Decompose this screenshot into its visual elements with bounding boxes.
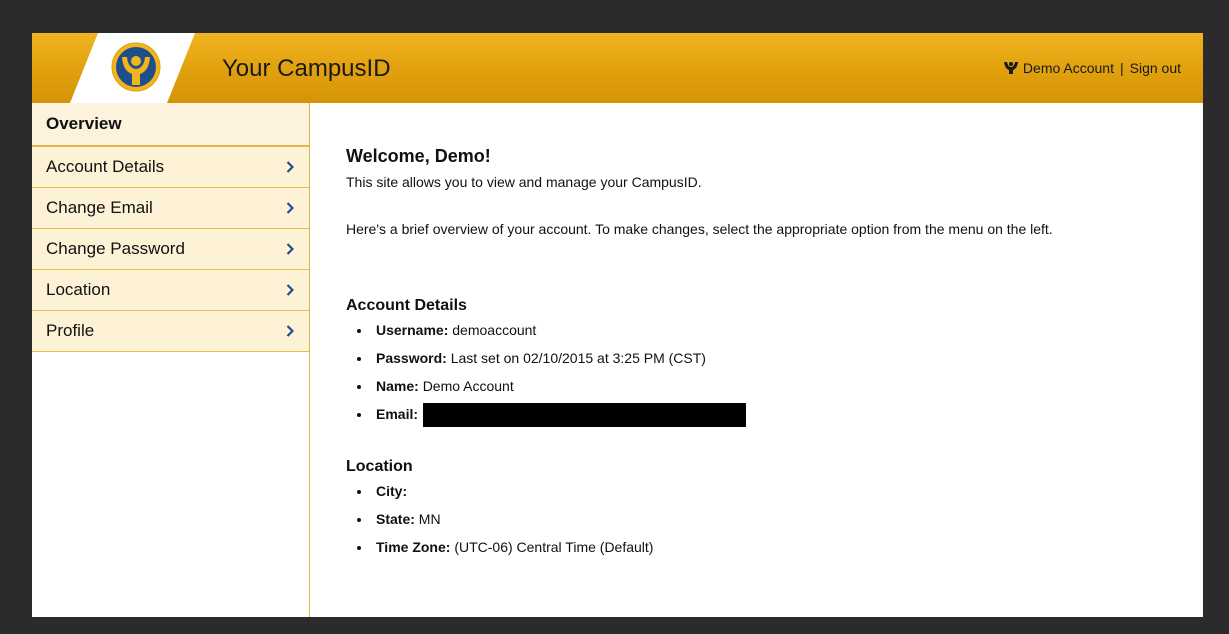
list-item: Username: demoaccount — [372, 316, 746, 344]
sidebar-item-label: Overview — [46, 114, 122, 133]
sidebar-item-label: Profile — [46, 321, 95, 340]
username-value: demoaccount — [452, 322, 537, 338]
chevron-right-icon — [286, 325, 294, 337]
main-content: Welcome, Demo! This site allows you to v… — [310, 103, 1203, 617]
sign-out-link[interactable]: Sign out — [1130, 60, 1181, 76]
campusid-logo-icon — [111, 42, 161, 92]
sidebar-item-location[interactable]: Location — [32, 270, 309, 311]
app-container: Your CampusID Demo Account | Sign out Ov… — [32, 33, 1203, 617]
user-icon — [1003, 62, 1018, 74]
account-link[interactable]: Demo Account — [1023, 60, 1114, 76]
sidebar-item-label: Account Details — [46, 157, 165, 176]
sidebar-item-label: Location — [46, 280, 111, 299]
list-item: Email: — [372, 400, 747, 428]
list-item: Time Zone: (UTC-06) Central Time (Defaul… — [372, 533, 653, 561]
name-value: Demo Account — [422, 378, 514, 394]
password-value: Last set on 02/10/2015 at 3:25 PM (CST) — [450, 350, 706, 366]
sidebar-item-profile[interactable]: Profile — [32, 311, 309, 352]
list-item: State: MN — [372, 505, 653, 533]
location-heading: Location — [346, 458, 413, 475]
sidebar-item-change-password[interactable]: Change Password — [32, 229, 309, 270]
chevron-right-icon — [286, 243, 294, 255]
sidebar-item-account-details[interactable]: Account Details — [32, 147, 309, 188]
list-item: City: — [372, 477, 653, 505]
nav-separator: | — [1119, 60, 1124, 76]
header-bar: Your CampusID Demo Account | Sign out — [32, 33, 1203, 103]
name-label: Name: — [376, 378, 419, 394]
timezone-value: (UTC-06) Central Time (Default) — [454, 539, 654, 555]
account-details-list: Username: demoaccount Password: Last set… — [356, 316, 747, 428]
sidebar-item-label: Change Email — [46, 198, 153, 217]
intro-text: This site allows you to view and manage … — [346, 174, 702, 190]
email-redacted — [423, 403, 747, 428]
timezone-label: Time Zone: — [376, 539, 451, 555]
welcome-heading: Welcome, Demo! — [346, 146, 491, 166]
location-list: City: State: MN Time Zone: (UTC-06) Cent… — [356, 477, 653, 561]
overview-text: Here's a brief overview of your account.… — [346, 221, 1053, 237]
sidebar-item-change-email[interactable]: Change Email — [32, 188, 309, 229]
email-label: Email: — [376, 406, 419, 422]
account-details-heading: Account Details — [346, 297, 467, 314]
state-value: MN — [418, 511, 441, 527]
chevron-right-icon — [286, 202, 294, 214]
list-item: Name: Demo Account — [372, 372, 746, 400]
sidebar-item-label: Change Password — [46, 239, 185, 258]
state-label: State: — [376, 511, 415, 527]
chevron-right-icon — [286, 284, 294, 296]
user-nav: Demo Account | Sign out — [1003, 60, 1181, 76]
list-item: Password: Last set on 02/10/2015 at 3:25… — [372, 344, 746, 372]
password-label: Password: — [376, 350, 447, 366]
city-label: City: — [376, 483, 408, 499]
sidebar: Overview Account Details Change Email Ch… — [32, 103, 310, 617]
username-label: Username: — [376, 322, 449, 338]
chevron-right-icon — [286, 161, 294, 173]
sidebar-item-overview[interactable]: Overview — [32, 103, 309, 147]
app-title: Your CampusID — [222, 55, 391, 82]
